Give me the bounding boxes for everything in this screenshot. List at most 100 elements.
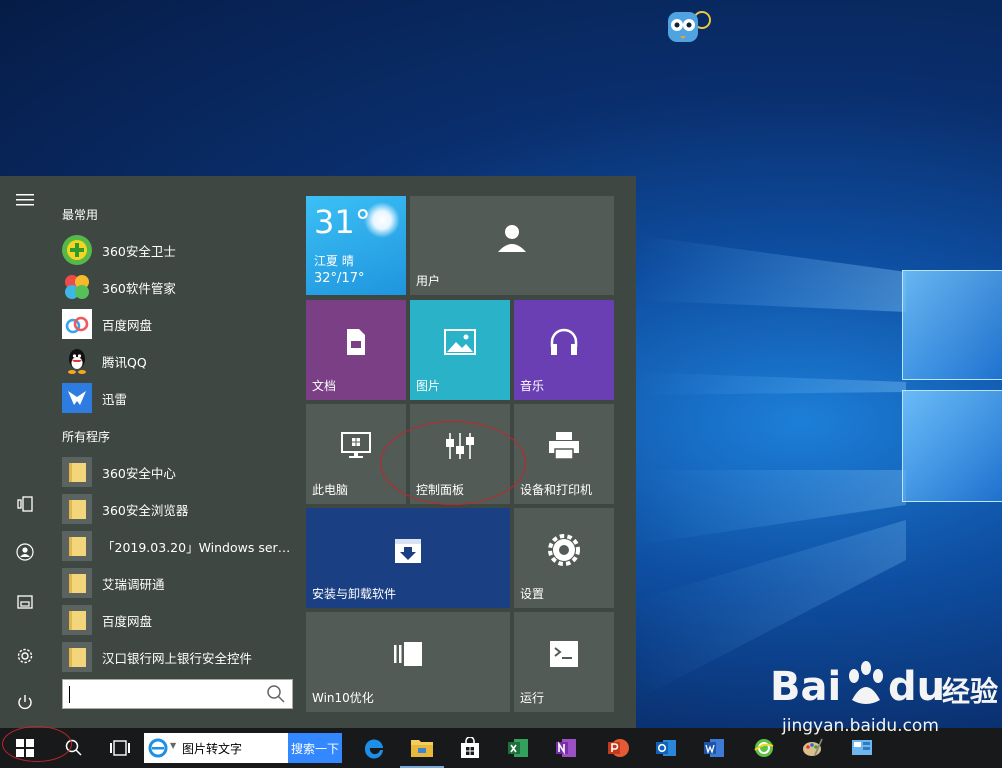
desktop-owl-mascot-icon[interactable] bbox=[666, 8, 714, 44]
360-software-manager-icon bbox=[62, 272, 92, 302]
watermark-brand-cn: 经验 bbox=[942, 675, 999, 708]
user-icon bbox=[498, 224, 526, 252]
document-icon bbox=[347, 329, 365, 355]
tile-settings[interactable]: 设置 bbox=[514, 508, 614, 608]
qq-penguin-icon bbox=[62, 346, 92, 376]
weather-temperature: 31° bbox=[314, 203, 371, 241]
tile-label: 音乐 bbox=[520, 379, 545, 393]
excel-icon bbox=[508, 739, 528, 757]
excel-button[interactable] bbox=[496, 728, 540, 768]
task-view-button[interactable] bbox=[100, 728, 140, 768]
app-item-baidu-netdisk[interactable]: 百度网盘 bbox=[62, 308, 294, 340]
start-menu: 最常用 360安全卫士 360软件管家 百度网盘 腾讯QQ 迅雷 所有程序 36… bbox=[0, 176, 636, 728]
windows-logo-pane-top bbox=[902, 270, 1002, 380]
documents-folder-icon[interactable] bbox=[9, 586, 41, 618]
software-box-icon bbox=[395, 539, 421, 563]
app-label: 360软件管家 bbox=[102, 280, 176, 296]
run-command-icon bbox=[550, 641, 578, 667]
app-label: 360安全浏览器 bbox=[102, 502, 189, 518]
tile-label: 设备和打印机 bbox=[520, 483, 593, 497]
tile-label: 控制面板 bbox=[416, 483, 465, 497]
app-item-qq[interactable]: 腾讯QQ bbox=[62, 345, 294, 377]
baidu-netdisk-icon bbox=[62, 309, 92, 339]
powerpoint-button[interactable] bbox=[596, 728, 640, 768]
app-item-360-safe[interactable]: 360安全卫士 bbox=[62, 234, 294, 266]
power-icon[interactable] bbox=[9, 686, 41, 718]
task-view-icon bbox=[110, 740, 130, 756]
word-icon bbox=[704, 739, 724, 757]
settings-gear-icon bbox=[548, 534, 580, 566]
taskbar-search-submit-button[interactable]: 搜索一下 bbox=[288, 733, 342, 763]
onenote-icon bbox=[556, 739, 576, 757]
user-account-icon[interactable] bbox=[9, 536, 41, 568]
folder-icon bbox=[62, 568, 92, 598]
taskbar-search-button[interactable] bbox=[54, 728, 94, 768]
tile-documents[interactable]: 文档 bbox=[306, 300, 406, 400]
app-label: 360安全卫士 bbox=[102, 243, 176, 259]
edge-browser-button[interactable] bbox=[352, 728, 396, 768]
file-explorer-button[interactable] bbox=[400, 728, 444, 768]
app-label: 汉口银行网上银行安全控件 bbox=[102, 650, 253, 666]
tile-label: 此电脑 bbox=[312, 483, 349, 497]
app-label: 百度网盘 bbox=[102, 613, 153, 629]
settings-gear-icon[interactable] bbox=[9, 640, 41, 672]
app-list: 最常用 360安全卫士 360软件管家 百度网盘 腾讯QQ 迅雷 所有程序 36… bbox=[50, 176, 296, 728]
word-button[interactable] bbox=[692, 728, 736, 768]
program-folder-item[interactable]: 汉口银行网上银行安全控件 bbox=[62, 641, 294, 673]
most-used-heading: 最常用 bbox=[62, 208, 99, 222]
tile-this-pc[interactable]: 此电脑 bbox=[306, 404, 406, 504]
hamburger-menu-icon[interactable] bbox=[9, 184, 41, 216]
onenote-button[interactable] bbox=[544, 728, 588, 768]
weather-range: 32°/17° bbox=[314, 271, 365, 286]
app-label: 百度网盘 bbox=[102, 317, 153, 333]
tile-win10-optimize[interactable]: Win10优化 bbox=[306, 612, 510, 712]
computer-icon bbox=[341, 432, 371, 458]
tile-label: 安装与卸载软件 bbox=[312, 587, 397, 601]
store-bag-icon bbox=[461, 737, 479, 758]
app-label: 迅雷 bbox=[102, 391, 128, 407]
program-folder-item[interactable]: 艾瑞调研通 bbox=[62, 567, 294, 599]
tile-devices-printers[interactable]: 设备和打印机 bbox=[514, 404, 614, 504]
tile-install-uninstall[interactable]: 安装与卸载软件 bbox=[306, 508, 510, 608]
folder-icon bbox=[62, 642, 92, 672]
app-item-xunlei[interactable]: 迅雷 bbox=[62, 382, 294, 414]
text-caret bbox=[69, 686, 70, 703]
app-label: 腾讯QQ bbox=[102, 354, 147, 370]
store-button[interactable] bbox=[448, 728, 492, 768]
tile-music[interactable]: 音乐 bbox=[514, 300, 614, 400]
watermark-brand: Bai bbox=[770, 664, 842, 710]
watermark-brand-suffix: du bbox=[888, 664, 946, 710]
app-label: 艾瑞调研通 bbox=[102, 576, 165, 592]
program-folder-item[interactable]: 360安全中心 bbox=[62, 456, 294, 488]
app-item-360-software-manager[interactable]: 360软件管家 bbox=[62, 271, 294, 303]
app-label: 360安全中心 bbox=[102, 465, 176, 481]
tile-label: 图片 bbox=[416, 379, 441, 393]
program-folder-item[interactable]: 「2019.03.20」Windows server... bbox=[62, 530, 294, 562]
ie-browser-icon bbox=[148, 738, 168, 758]
watermark-url: jingyan.baidu.com bbox=[782, 716, 939, 736]
dropdown-arrow-icon[interactable]: ▼ bbox=[170, 741, 176, 750]
all-programs-heading: 所有程序 bbox=[62, 430, 111, 444]
tablet-mode-icon[interactable] bbox=[9, 488, 41, 520]
printer-icon bbox=[549, 432, 579, 460]
folder-icon bbox=[62, 494, 92, 524]
folder-icon bbox=[62, 605, 92, 635]
search-icon[interactable] bbox=[266, 684, 286, 704]
start-search-input[interactable] bbox=[62, 679, 293, 709]
360-safe-icon bbox=[62, 235, 92, 265]
tile-run[interactable]: 运行 bbox=[514, 612, 614, 712]
start-button[interactable] bbox=[0, 728, 50, 768]
headphones-icon bbox=[550, 328, 578, 355]
taskbar-search-input[interactable]: ▼ 图片转文字 bbox=[144, 733, 288, 763]
program-folder-item[interactable]: 百度网盘 bbox=[62, 604, 294, 636]
picture-icon bbox=[444, 329, 476, 355]
tile-pictures[interactable]: 图片 bbox=[410, 300, 510, 400]
tile-control-panel[interactable]: 控制面板 bbox=[410, 404, 510, 504]
taskbar-search-text: 图片转文字 bbox=[182, 742, 243, 756]
tile-user[interactable]: 用户 bbox=[410, 196, 614, 295]
program-folder-item[interactable]: 360安全浏览器 bbox=[62, 493, 294, 525]
win10-optimize-icon bbox=[394, 642, 422, 666]
tile-weather[interactable]: 31° 江夏 晴 32°/17° bbox=[306, 196, 406, 295]
outlook-icon bbox=[656, 740, 676, 756]
outlook-button[interactable] bbox=[644, 728, 688, 768]
